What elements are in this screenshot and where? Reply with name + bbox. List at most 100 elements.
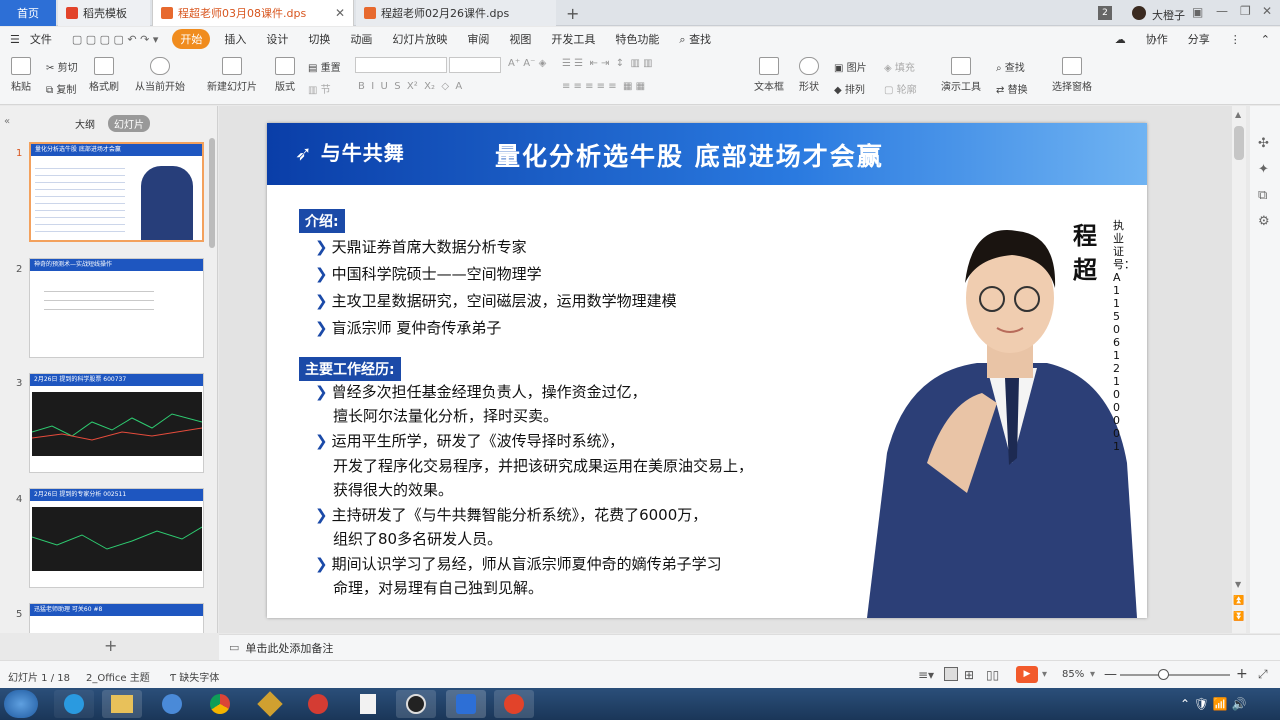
tray-icons[interactable]: ⌃ 🛡 📶 🔊: [1180, 697, 1247, 711]
zoom-in-icon[interactable]: +: [1236, 666, 1248, 682]
settings-icon[interactable]: ⚙: [1258, 214, 1270, 229]
theme-name[interactable]: 2_Office 主题: [86, 669, 150, 684]
collapse-panel-icon[interactable]: «: [4, 116, 10, 127]
menu-item-insert[interactable]: 插入: [214, 31, 256, 47]
section-button[interactable]: ▥ 节: [308, 81, 331, 96]
tab-home[interactable]: 首页: [0, 0, 56, 26]
font-size-adjust-icons[interactable]: A⁺ A⁻ ◈: [508, 58, 546, 69]
start-button[interactable]: [4, 690, 38, 718]
fill-button[interactable]: ◈ 填充: [884, 59, 915, 74]
menu-item-review[interactable]: 审阅: [457, 31, 499, 47]
close-icon[interactable]: ✕: [335, 6, 345, 20]
ie-icon[interactable]: [54, 690, 94, 718]
property-icon[interactable]: ✣: [1258, 136, 1269, 151]
select-pane-button[interactable]: 选择窗格: [1050, 57, 1094, 93]
picture-button[interactable]: ▣ 图片: [834, 59, 867, 74]
slide-thumbnail-2[interactable]: 神奇的预测术—实战短线操作: [29, 258, 204, 358]
restore-icon[interactable]: ❐: [1240, 4, 1251, 18]
menu-item-design[interactable]: 设计: [256, 31, 298, 47]
collab-button[interactable]: 协作: [1136, 31, 1178, 47]
shape-button[interactable]: 形状: [794, 57, 824, 93]
panel-scrollbar[interactable]: [209, 138, 215, 248]
paste-button[interactable]: 粘贴: [8, 57, 34, 93]
slide-thumbnail-4[interactable]: 2月26日 提到的专家分析 002511: [29, 488, 204, 588]
collapse-ribbon-icon[interactable]: ⌃: [1251, 33, 1280, 46]
slide-thumbnail-3[interactable]: 2月26日 提到的科学股票 600737: [29, 373, 204, 473]
present-tool-button[interactable]: 演示工具: [938, 57, 984, 93]
missing-font-button[interactable]: Ƭ 缺失字体: [170, 669, 219, 684]
from-current-button[interactable]: 从当前开始: [132, 57, 188, 93]
cut-button[interactable]: ✂ 剪切: [46, 59, 78, 74]
add-slide-icon[interactable]: +: [104, 636, 117, 655]
explorer-icon[interactable]: [102, 690, 142, 718]
search-command[interactable]: ⌕ 查找: [669, 31, 721, 47]
menu-file[interactable]: 文件: [30, 31, 62, 47]
netease-music-icon[interactable]: [298, 690, 338, 718]
font-size-select[interactable]: [449, 57, 501, 73]
zoom-level[interactable]: 85%: [1062, 669, 1084, 680]
arrange-button[interactable]: ◆ 排列: [834, 81, 865, 96]
more-icon[interactable]: ⋮: [1220, 33, 1251, 46]
menu-item-transition[interactable]: 切换: [298, 31, 340, 47]
animation-icon[interactable]: ✦: [1258, 162, 1269, 177]
vertical-scrollbar[interactable]: ▲ ▼ ⏫ ⏬: [1232, 106, 1246, 633]
copy-button[interactable]: ⧉ 复制: [46, 81, 76, 96]
minimize-icon[interactable]: —: [1216, 4, 1228, 18]
tab-template[interactable]: 稻壳模板: [58, 0, 150, 26]
scroll-down-icon[interactable]: ▼: [1235, 580, 1241, 589]
slide-thumbnail-5[interactable]: 迅猛老师助理 可关60 #8: [29, 603, 204, 633]
file-icon[interactable]: [348, 690, 388, 718]
paragraph-list-icons[interactable]: ☰ ☰ ⇤ ⇥ ↕ ▥ ▥: [562, 58, 653, 69]
menu-item-animation[interactable]: 动画: [340, 31, 382, 47]
wps-presentation-icon[interactable]: [494, 690, 534, 718]
font-family-select[interactable]: [355, 57, 447, 73]
reading-view-icon[interactable]: ▯▯: [986, 668, 999, 682]
prev-slide-icon[interactable]: ⏫: [1233, 596, 1244, 606]
notes-bar[interactable]: ▭ 单击此处添加备注: [219, 634, 1280, 660]
new-tab-icon[interactable]: +: [566, 4, 579, 23]
zoom-slider-thumb[interactable]: [1158, 669, 1169, 680]
outline-button[interactable]: ▢ 轮廓: [884, 81, 917, 96]
menu-item-start[interactable]: 开始: [172, 29, 211, 49]
reset-button[interactable]: ▤ 重置: [308, 59, 341, 74]
format-painter-button[interactable]: 格式刷: [88, 57, 120, 93]
obs-icon[interactable]: [396, 690, 436, 718]
wps-writer-icon[interactable]: [446, 690, 486, 718]
quick-tools-icons[interactable]: ▢ ▢ ▢ ▢ ↶ ↷ ▾: [62, 33, 169, 46]
avatar[interactable]: [1132, 6, 1146, 20]
zoom-slider-track[interactable]: [1120, 674, 1230, 676]
chrome-icon[interactable]: [200, 690, 240, 718]
zoom-out-icon[interactable]: —: [1104, 667, 1117, 682]
hamburger-icon[interactable]: ☰: [0, 33, 30, 46]
normal-view-icon[interactable]: [944, 667, 958, 681]
zoom-dropdown-icon[interactable]: ▾: [1090, 669, 1095, 680]
tab-active-file[interactable]: 程超老师03月08课件.dps ✕: [152, 0, 354, 26]
tab-slides[interactable]: 幻灯片: [108, 115, 150, 132]
scroll-up-icon[interactable]: ▲: [1235, 110, 1241, 119]
window-close-icon[interactable]: ✕: [1262, 4, 1272, 18]
text-format-icons[interactable]: B I U S X² X₂ ◇ A: [358, 81, 462, 92]
find-button[interactable]: ⌕ 查找: [996, 59, 1025, 74]
paint-icon[interactable]: [250, 690, 290, 718]
notes-placeholder[interactable]: 单击此处添加备注: [245, 640, 333, 656]
user-name[interactable]: 大橙子: [1152, 7, 1185, 23]
menu-item-view[interactable]: 视图: [499, 31, 541, 47]
globe-icon[interactable]: [152, 690, 192, 718]
slide-thumbnail-1[interactable]: 量化分析选牛股 底部进场才会赢: [29, 142, 204, 242]
sorter-view-icon[interactable]: ⊞: [964, 668, 974, 682]
play-slideshow-button[interactable]: ▶: [1016, 666, 1038, 683]
menu-item-features[interactable]: 特色功能: [605, 31, 669, 47]
layout-button[interactable]: 版式: [270, 57, 300, 93]
paragraph-align-icons[interactable]: ≡ ≡ ≡ ≡ ≡ ▦ ▦: [562, 81, 645, 92]
window-count-badge[interactable]: 2: [1098, 6, 1112, 20]
notes-toggle-icon[interactable]: ≡▾: [918, 668, 934, 682]
skin-icon[interactable]: ▣: [1192, 5, 1203, 19]
fit-window-icon[interactable]: ⤢: [1258, 667, 1268, 682]
share-button[interactable]: 分享: [1178, 31, 1220, 47]
replace-button[interactable]: ⇄ 替换: [996, 81, 1028, 96]
tab-other-file[interactable]: 程超老师02月26课件.dps: [356, 0, 556, 26]
scroll-thumb[interactable]: [1234, 126, 1244, 160]
menu-item-developer[interactable]: 开发工具: [541, 31, 605, 47]
textbox-button[interactable]: 文本框: [752, 57, 786, 93]
slide-canvas[interactable]: ➶ 与牛共舞 量化分析选牛股 底部进场才会赢 介绍: ❯ 天鼎证券首席大数据分析专…: [267, 123, 1147, 618]
